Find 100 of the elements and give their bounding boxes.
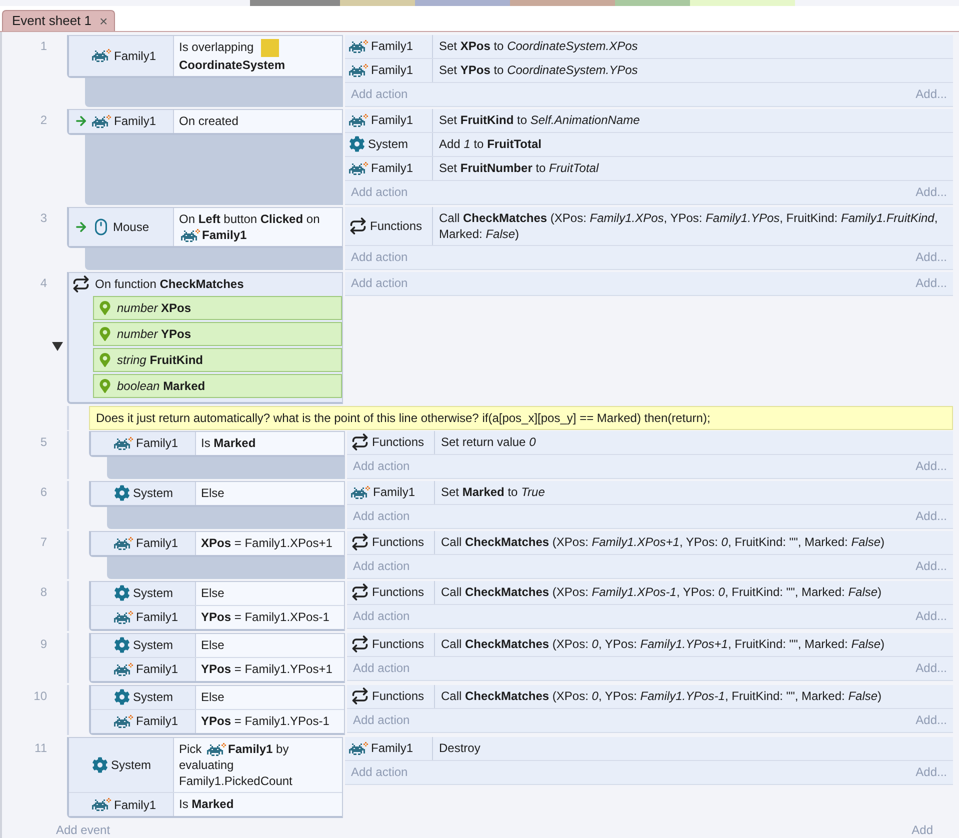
gear-icon [92,756,108,773]
invader-icon [114,714,133,729]
function-title: On function CheckMatches [95,277,244,292]
action-text: Call CheckMatches (XPos: 0, YPos: Family1.YPos+1, FruitKind: "", Marked: False) [440,636,886,653]
condition-object-cell[interactable]: Family1 [91,606,195,629]
pin-icon [98,326,112,341]
invader-icon [349,62,368,78]
action-text: Set Marked to True [440,484,546,501]
function-parameter[interactable]: number XPos [93,296,342,320]
event-number: 5 [40,434,47,449]
object-name: Functions [372,689,424,704]
condition-object-cell[interactable]: System [91,482,195,505]
event-number: 2 [40,112,47,127]
action-row[interactable]: Family1 Set XPos to CoordinateSystem.XPos [345,34,953,59]
pin-icon [98,378,112,393]
condition-object-cell[interactable]: System [91,634,195,657]
action-text: Add 1 to FruitTotal [438,136,542,153]
invader-icon [114,662,133,677]
object-name: Family1 [136,662,178,676]
collapse-icon[interactable] [52,342,63,352]
invader-icon [207,742,226,757]
trigger-arrow-icon [74,114,88,128]
invader-icon [114,610,133,625]
loop-arrows-icon [351,533,369,552]
object-name: Functions [372,535,424,550]
condition-object-cell[interactable]: Family1 [69,110,173,133]
condition-object-cell[interactable]: Family1 [91,658,195,681]
object-name: Family1 [114,114,156,128]
action-text: Set return value 0 [440,434,537,451]
action-text: Call CheckMatches (XPos: Family1.XPos+1, YPos: 0, FruitKind: "", Marked: False) [440,534,886,551]
condition-object-cell[interactable]: Mouse [69,208,173,246]
object-name: Family1 [371,39,414,54]
loop-arrows-icon [351,583,369,602]
gear-icon [114,585,130,602]
object-name: Family1 [373,485,416,500]
condition-object-cell[interactable]: Family1 [91,432,195,455]
action-row[interactable]: Functions Call CheckMatches (XPos: 0, YPos: Family1.YPos-1, FruitKind: "", Marked: False) [347,684,953,709]
mouse-icon [92,218,110,236]
object-name: System [133,690,174,704]
event-number: 7 [40,534,47,549]
function-parameter[interactable]: string FruitKind [93,348,342,372]
condition-object-cell[interactable]: System [69,738,173,792]
loop-arrows-icon [349,216,367,235]
object-name: Functions [372,637,424,652]
invader-icon [351,484,370,500]
action-row[interactable]: Family1 Set FruitNumber to FruitTotal [345,156,953,181]
gear-icon [114,485,130,502]
condition-object-cell[interactable]: System [91,582,195,605]
action-row[interactable]: Functions Set return value 0 [347,430,953,455]
action-text: Set YPos to CoordinateSystem.YPos [438,62,639,79]
action-row[interactable]: Functions Call CheckMatches (XPos: Family1.XPos-1, YPos: 0, FruitKind: "", Marked: False) [347,580,953,605]
close-button[interactable]: × [98,12,110,29]
object-name: Mouse [113,220,150,234]
action-row[interactable]: Family1 Set FruitKind to Self.AnimationName [345,108,953,133]
loop-arrows-icon [72,275,90,294]
object-name: System [111,758,152,772]
function-parameter[interactable]: boolean Marked [93,374,342,398]
action-row[interactable]: Family1 Destroy [345,736,953,761]
loop-arrows-icon [351,635,369,654]
condition-object-cell[interactable]: Family1 [69,793,173,816]
invader-icon [114,436,133,451]
object-name: Family1 [136,536,178,550]
object-name: System [133,586,174,600]
object-name: System [368,137,408,152]
action-row[interactable]: System Add 1 to FruitTotal [345,132,953,157]
object-name: System [133,638,174,652]
event-number: 6 [40,484,47,499]
action-row[interactable]: Functions Call CheckMatches (XPos: 0, YPos: Family1.YPos+1, FruitKind: "", Marked: False) [347,632,953,657]
object-name: Family1 [136,610,178,624]
object-name: Family1 [114,48,156,63]
object-name: Functions [372,585,424,600]
event-number: 8 [40,584,47,599]
invader-icon [92,48,111,64]
condition-object-cell[interactable]: Family1 [91,532,195,555]
action-row[interactable]: Functions Call CheckMatches (XPos: Family1.XPos, YPos: Family1.YPos, FruitKind: Family1.FruitKind, Marked: False) [345,206,953,246]
condition-object-cell[interactable]: System [91,686,195,709]
object-name: Family1 [371,113,414,128]
pin-icon [98,300,112,315]
function-parameter[interactable]: number YPos [93,322,342,346]
pin-icon [98,352,112,367]
action-row[interactable]: Family1 Set YPos to CoordinateSystem.YPos [345,58,953,83]
action-text: Set FruitNumber to FruitTotal [438,160,600,177]
event-number: 3 [40,210,47,225]
trigger-arrow-icon [74,220,88,234]
gear-icon [114,637,130,654]
action-row[interactable]: Functions Call CheckMatches (XPos: Family1.XPos+1, YPos: 0, FruitKind: "", Marked: False) [347,530,953,555]
sheet-tab[interactable]: Event sheet 1 × [2,10,115,31]
object-name: Functions [372,435,424,450]
action-text: Set FruitKind to Self.AnimationName [438,112,641,129]
object-name: Family1 [371,161,414,176]
action-text: Call CheckMatches (XPos: Family1.XPos-1, YPos: 0, FruitKind: "", Marked: False) [440,584,883,601]
action-text: Destroy [438,740,482,757]
action-row[interactable]: Family1 Set Marked to True [347,480,953,505]
event-number: 10 [34,688,47,703]
object-name: Family1 [136,714,178,728]
action-text: Call CheckMatches (XPos: 0, YPos: Family1.YPos-1, FruitKind: "", Marked: False) [440,688,883,705]
object-name: Family1 [371,741,414,756]
condition-object-cell[interactable]: Family1 [69,36,173,76]
condition-object-cell[interactable]: Family1 [91,710,195,733]
invader-icon [114,536,133,551]
